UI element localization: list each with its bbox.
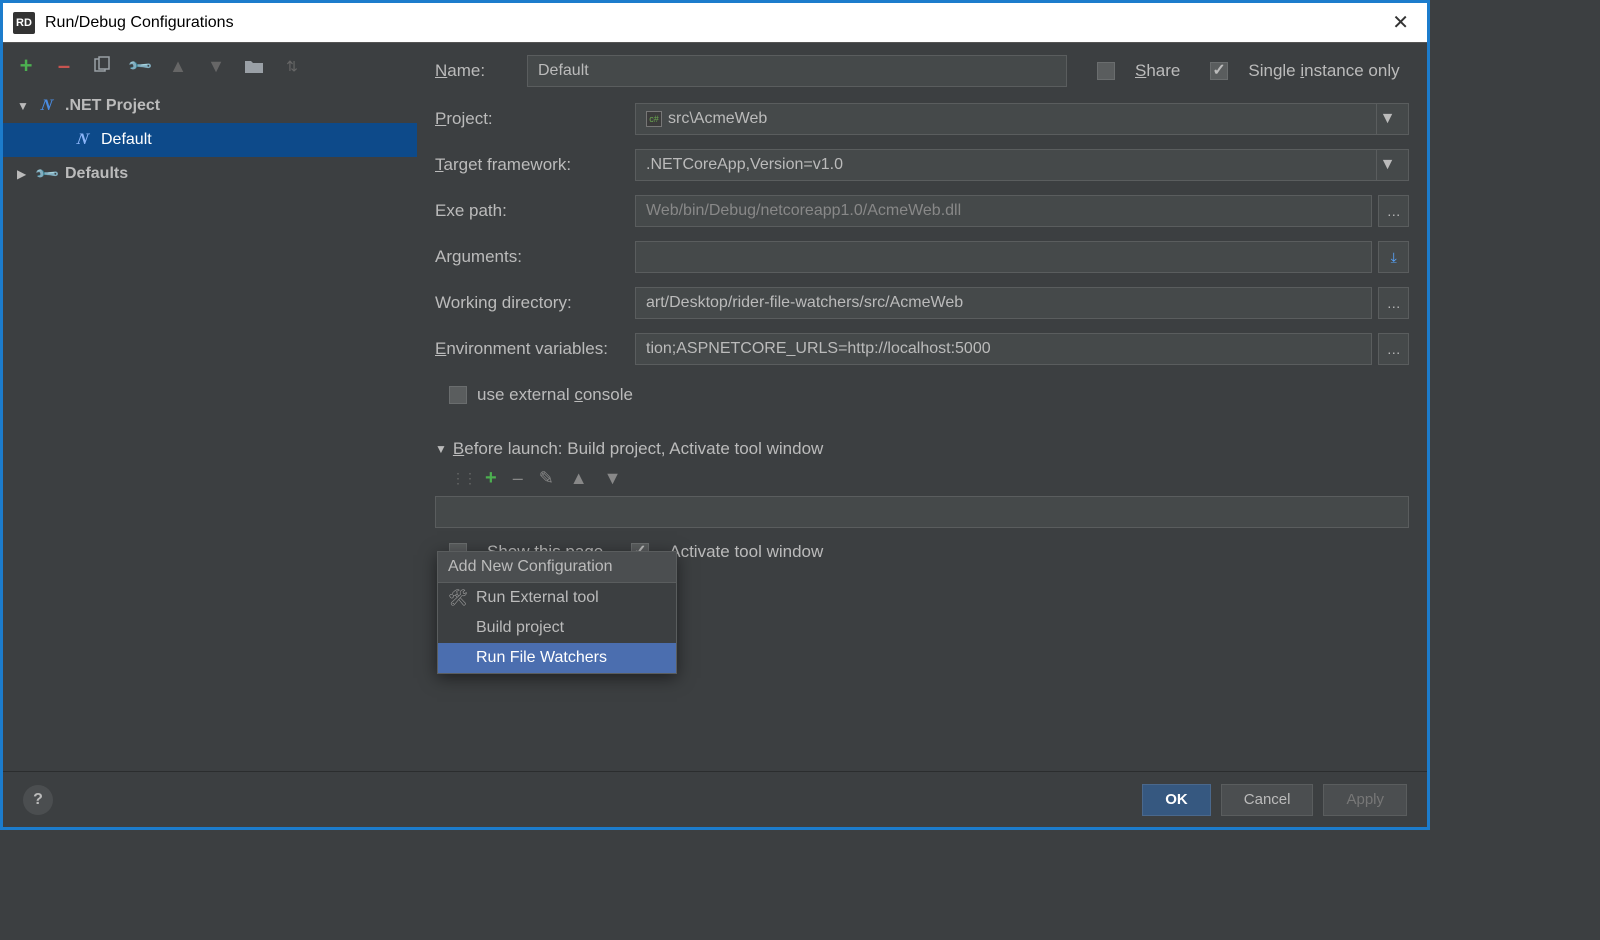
exe-label: Exe path: [435,201,635,221]
env-vars-input[interactable] [635,333,1372,365]
edit-templates-icon[interactable]: 🔧 [129,55,151,77]
collapse-arrow-icon: ▼ [435,442,447,456]
single-instance-checkbox[interactable] [1210,62,1228,80]
expand-icon: ⤓ [1391,249,1397,266]
net-icon: N [37,97,57,115]
tree-node-default[interactable]: N Default [3,123,417,157]
help-button[interactable]: ? [23,785,53,815]
before-launch-header[interactable]: ▼ Before launch: Build project, Activate… [435,439,1409,459]
project-select[interactable]: c# src\AcmeWeb ▼ [635,103,1409,135]
move-down-icon[interactable]: ▼ [205,55,227,77]
tree-node-net-project[interactable]: ▼ N .NET Project [3,89,417,123]
browse-wd-button[interactable]: … [1378,287,1409,319]
popup-item-build-project[interactable]: Build project [438,613,676,643]
before-launch-section: ▼ Before launch: Build project, Activate… [435,439,1409,562]
popup-item-external-tool[interactable]: 🛠 Run External tool [438,583,676,613]
drag-grip-icon: ⋮⋮ [451,470,475,487]
expand-arrow-icon: ▶ [17,167,29,181]
before-launch-list[interactable] [435,496,1409,528]
name-input[interactable] [527,55,1067,87]
tree-node-label: Default [101,131,152,149]
dialog-footer: ? OK Cancel Apply [3,771,1427,827]
csharp-icon: c# [646,111,662,127]
arguments-input[interactable] [635,241,1372,273]
move-up-icon[interactable]: ▲ [167,55,189,77]
env-label: Environment variables: [435,339,635,359]
sidebar-toolbar: + – 🔧 ▲ ▼ ⇅ [3,43,417,89]
popup-item-file-watchers[interactable]: Run File Watchers [438,643,676,673]
chevron-down-icon: ▼ [1376,104,1398,134]
chevron-down-icon: ▼ [1376,150,1398,180]
add-config-icon[interactable]: + [15,55,37,77]
working-dir-input[interactable] [635,287,1372,319]
share-label: Share [1135,61,1180,81]
name-label: Name: [435,61,513,81]
tree-node-label: .NET Project [65,97,160,115]
external-console-label: use external console [477,385,633,405]
remove-config-icon[interactable]: – [53,55,75,77]
window-title: Run/Debug Configurations [45,14,1384,32]
wd-label: Working directory: [435,293,635,313]
close-icon[interactable]: ✕ [1384,6,1417,39]
add-config-popup: Add New Configuration 🛠 Run External too… [437,551,677,674]
activate-tool-window-label: Activate tool window [669,542,823,562]
cancel-button[interactable]: Cancel [1221,784,1314,816]
project-label: Project: [435,109,635,129]
expand-args-button[interactable]: ⤓ [1378,241,1409,273]
apply-button[interactable]: Apply [1323,784,1407,816]
move-task-up-icon[interactable]: ▲ [570,468,588,489]
target-value: .NETCoreApp,Version=v1.0 [646,156,843,174]
titlebar: RD Run/Debug Configurations ✕ [3,3,1427,43]
single-instance-label: Single instance only [1248,61,1399,81]
popup-item-label: Run External tool [476,589,599,607]
sidebar: + – 🔧 ▲ ▼ ⇅ ▼ N .NET Project N Default [3,43,417,773]
target-label: Target framework: [435,155,635,175]
move-task-down-icon[interactable]: ▼ [604,468,622,489]
before-launch-toolbar: ⋮⋮ + – ✎ ▲ ▼ [435,459,1409,496]
tree-node-defaults[interactable]: ▶ 🔧 Defaults [3,157,417,191]
net-icon: N [73,131,93,149]
edit-env-button[interactable]: … [1378,333,1409,365]
app-badge-icon: RD [13,12,35,34]
ok-button[interactable]: OK [1142,784,1211,816]
share-checkbox[interactable] [1097,62,1115,80]
expand-arrow-icon: ▼ [17,99,29,113]
project-value: src\AcmeWeb [668,110,767,128]
edit-task-icon[interactable]: ✎ [539,468,554,489]
exe-path-input[interactable] [635,195,1372,227]
tools-icon: 🛠 [448,588,468,608]
browse-exe-button[interactable]: … [1378,195,1409,227]
external-console-checkbox[interactable] [449,386,467,404]
popup-title: Add New Configuration [438,552,676,583]
args-label: Arguments: [435,247,635,267]
tree-node-label: Defaults [65,165,128,183]
popup-item-label: Build project [476,619,564,637]
remove-task-icon[interactable]: – [513,468,523,489]
copy-config-icon[interactable] [91,55,113,77]
wrench-icon: 🔧 [37,164,57,184]
target-select[interactable]: .NETCoreApp,Version=v1.0 ▼ [635,149,1409,181]
popup-item-label: Run File Watchers [476,649,607,667]
config-tree: ▼ N .NET Project N Default ▶ 🔧 Defaults [3,89,417,191]
folder-icon[interactable] [243,55,265,77]
add-task-icon[interactable]: + [485,467,497,490]
sort-icon[interactable]: ⇅ [281,55,303,77]
